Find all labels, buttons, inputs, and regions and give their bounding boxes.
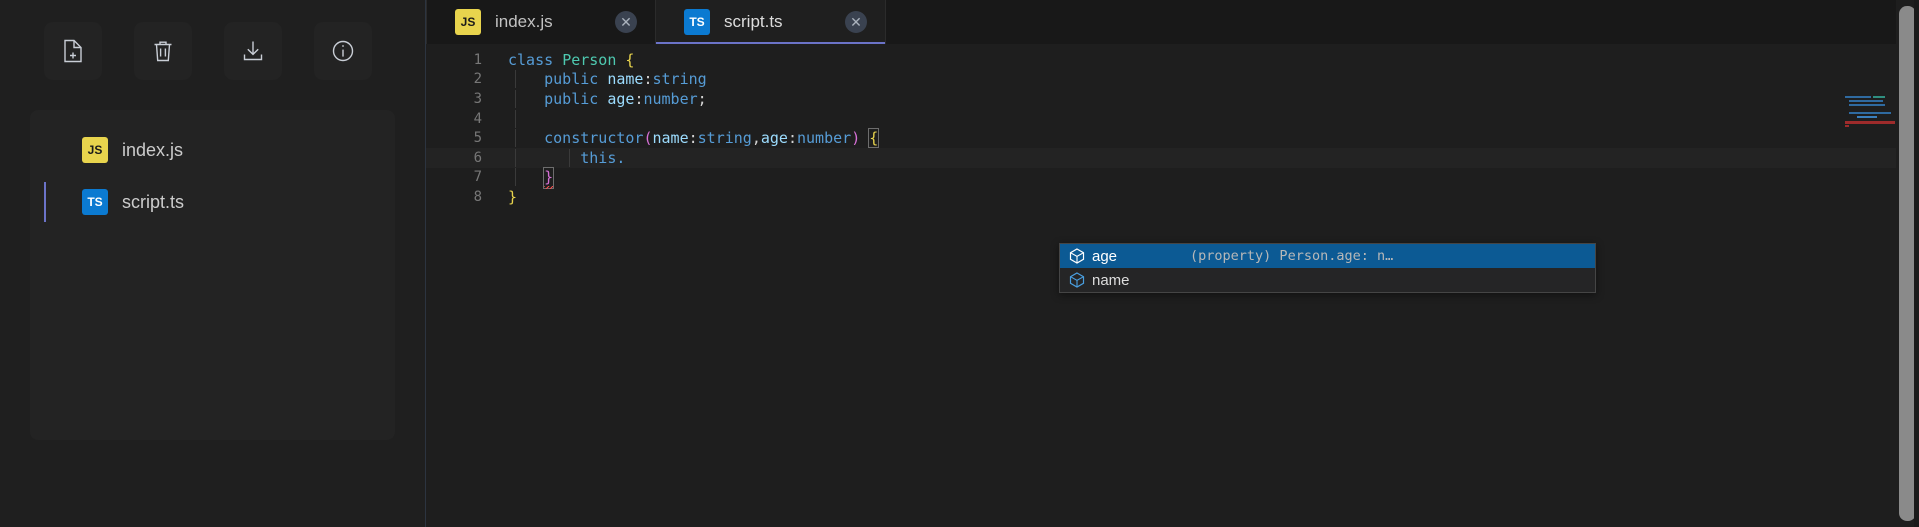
file-name-label: script.ts xyxy=(122,191,185,212)
line-number: 6 xyxy=(473,149,482,166)
code-line-active[interactable]: 6 this. xyxy=(426,147,1919,168)
code-text: } xyxy=(508,187,518,206)
line-number: 8 xyxy=(473,188,482,205)
delete-button[interactable] xyxy=(134,22,192,80)
new-file-button[interactable] xyxy=(44,22,102,80)
line-number: 2 xyxy=(473,71,482,88)
editor-tabbar: JS index.js ✕ TS script.ts ✕ xyxy=(426,0,1919,44)
info-button[interactable] xyxy=(314,22,372,80)
file-plus-icon xyxy=(62,39,84,63)
autocomplete-popup[interactable]: age (property) Person.age: n… name xyxy=(1059,243,1596,293)
code-line[interactable]: 2 public name:string xyxy=(426,70,1919,90)
code-line[interactable]: 5 constructor(name:string,age:number) { xyxy=(426,128,1919,149)
tab-index-js[interactable]: JS index.js ✕ xyxy=(426,0,656,44)
close-icon[interactable]: ✕ xyxy=(845,11,867,33)
code-line[interactable]: 3 public age:number; xyxy=(426,89,1919,109)
file-list-item-script-ts[interactable]: TS script.ts xyxy=(30,176,395,228)
autocomplete-detail: (property) Person.age: n… xyxy=(1190,248,1394,264)
code-text xyxy=(508,109,517,128)
js-file-badge-icon: JS xyxy=(82,137,108,163)
sidebar: JS index.js TS script.ts xyxy=(0,0,426,527)
line-number: 7 xyxy=(473,169,482,186)
autocomplete-label: name xyxy=(1092,271,1130,289)
code-text: } xyxy=(508,167,555,190)
autocomplete-item-age[interactable]: age (property) Person.age: n… xyxy=(1060,244,1595,268)
code-text: this. xyxy=(508,148,625,167)
tab-label: script.ts xyxy=(724,12,783,31)
trash-icon xyxy=(152,39,174,63)
code-text: class Person { xyxy=(508,50,635,69)
tab-script-ts[interactable]: TS script.ts ✕ xyxy=(656,0,886,44)
error-brace: } xyxy=(543,167,555,190)
file-list: JS index.js TS script.ts xyxy=(30,110,395,440)
page-scrollbar[interactable] xyxy=(1896,0,1919,527)
line-number: 3 xyxy=(473,90,482,107)
ts-file-badge-icon: TS xyxy=(684,9,710,35)
page-scrollbar-thumb[interactable] xyxy=(1899,6,1916,521)
autocomplete-label: age xyxy=(1092,247,1118,265)
sidebar-toolbar xyxy=(0,0,425,80)
close-icon[interactable]: ✕ xyxy=(615,11,637,33)
file-list-item-index-js[interactable]: JS index.js xyxy=(30,124,395,176)
code-text: public age:number; xyxy=(508,89,707,108)
tab-label: index.js xyxy=(495,12,553,31)
ts-file-badge-icon: TS xyxy=(82,189,108,215)
autocomplete-item-name[interactable]: name xyxy=(1060,268,1595,292)
code-editor-surface[interactable]: 1 class Person { 2 public name:string 3 … xyxy=(426,44,1919,527)
line-number: 4 xyxy=(473,110,482,127)
property-cube-icon xyxy=(1068,247,1086,265)
code-line[interactable]: 1 class Person { xyxy=(426,50,1919,70)
code-text: public name:string xyxy=(508,70,707,89)
selection-accent-bar xyxy=(44,182,46,222)
download-icon xyxy=(241,39,265,63)
code-lines: 1 class Person { 2 public name:string 3 … xyxy=(426,44,1919,207)
editor-pane: JS index.js ✕ TS script.ts ✕ 1 class Per… xyxy=(426,0,1919,527)
info-icon xyxy=(331,39,355,63)
line-number: 5 xyxy=(473,130,482,147)
code-line[interactable]: 8 } xyxy=(426,187,1919,207)
property-cube-icon xyxy=(1068,271,1086,289)
line-number: 1 xyxy=(473,51,482,68)
code-line[interactable]: 7 } xyxy=(426,167,1919,190)
file-name-label: index.js xyxy=(122,139,184,160)
code-line[interactable]: 4 xyxy=(426,109,1919,129)
download-button[interactable] xyxy=(224,22,282,80)
js-file-badge-icon: JS xyxy=(455,9,481,35)
code-editor-app: JS index.js TS script.ts JS index.js ✕ T… xyxy=(0,0,1919,527)
code-text: constructor(name:string,age:number) { xyxy=(508,128,880,149)
